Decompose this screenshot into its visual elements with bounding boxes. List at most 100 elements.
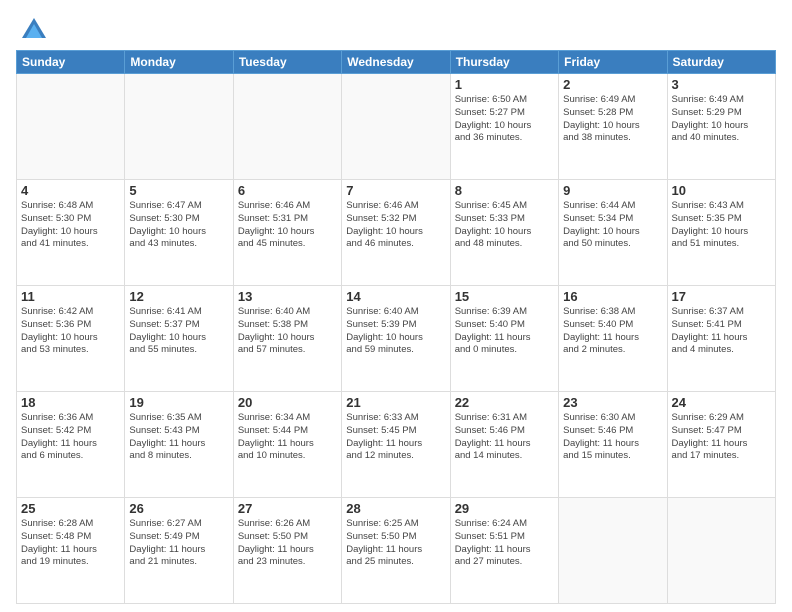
day-number: 24 bbox=[672, 395, 771, 410]
calendar-cell: 10 Sunrise: 6:43 AM Sunset: 5:35 PM Dayli… bbox=[667, 180, 775, 286]
calendar-cell: 18 Sunrise: 6:36 AM Sunset: 5:42 PM Dayli… bbox=[17, 392, 125, 498]
calendar-week-row-3: 18 Sunrise: 6:36 AM Sunset: 5:42 PM Dayli… bbox=[17, 392, 776, 498]
day-info: Sunrise: 6:46 AM Sunset: 5:31 PM Dayligh… bbox=[238, 200, 337, 251]
day-number: 25 bbox=[21, 501, 120, 516]
calendar-cell: 12 Sunrise: 6:41 AM Sunset: 5:37 PM Dayli… bbox=[125, 286, 233, 392]
day-info: Sunrise: 6:46 AM Sunset: 5:32 PM Dayligh… bbox=[346, 200, 445, 251]
header bbox=[16, 12, 776, 44]
day-number: 28 bbox=[346, 501, 445, 516]
calendar-cell: 8 Sunrise: 6:45 AM Sunset: 5:33 PM Daylig… bbox=[450, 180, 558, 286]
day-number: 1 bbox=[455, 77, 554, 92]
day-info: Sunrise: 6:36 AM Sunset: 5:42 PM Dayligh… bbox=[21, 412, 120, 463]
calendar-cell bbox=[233, 74, 341, 180]
day-number: 2 bbox=[563, 77, 662, 92]
calendar-cell: 28 Sunrise: 6:25 AM Sunset: 5:50 PM Dayli… bbox=[342, 498, 450, 604]
day-number: 8 bbox=[455, 183, 554, 198]
day-number: 29 bbox=[455, 501, 554, 516]
day-number: 22 bbox=[455, 395, 554, 410]
day-number: 14 bbox=[346, 289, 445, 304]
day-number: 27 bbox=[238, 501, 337, 516]
calendar-weekday-monday: Monday bbox=[125, 51, 233, 74]
calendar-week-row-4: 25Sunrise: 6:28 AM Sunset: 5:48 PM Dayli… bbox=[17, 498, 776, 604]
day-number: 3 bbox=[672, 77, 771, 92]
calendar-cell: 25Sunrise: 6:28 AM Sunset: 5:48 PM Dayli… bbox=[17, 498, 125, 604]
day-info: Sunrise: 6:35 AM Sunset: 5:43 PM Dayligh… bbox=[129, 412, 228, 463]
day-number: 12 bbox=[129, 289, 228, 304]
day-number: 20 bbox=[238, 395, 337, 410]
day-info: Sunrise: 6:31 AM Sunset: 5:46 PM Dayligh… bbox=[455, 412, 554, 463]
calendar-cell: 24 Sunrise: 6:29 AM Sunset: 5:47 PM Dayli… bbox=[667, 392, 775, 498]
calendar-cell: 15 Sunrise: 6:39 AM Sunset: 5:40 PM Dayli… bbox=[450, 286, 558, 392]
calendar-week-row-2: 11Sunrise: 6:42 AM Sunset: 5:36 PM Dayli… bbox=[17, 286, 776, 392]
calendar-cell bbox=[667, 498, 775, 604]
calendar-cell: 16 Sunrise: 6:38 AM Sunset: 5:40 PM Dayli… bbox=[559, 286, 667, 392]
day-number: 5 bbox=[129, 183, 228, 198]
calendar-cell: 13 Sunrise: 6:40 AM Sunset: 5:38 PM Dayli… bbox=[233, 286, 341, 392]
calendar-cell: 6 Sunrise: 6:46 AM Sunset: 5:31 PM Daylig… bbox=[233, 180, 341, 286]
calendar-cell: 19 Sunrise: 6:35 AM Sunset: 5:43 PM Dayli… bbox=[125, 392, 233, 498]
calendar-cell bbox=[559, 498, 667, 604]
calendar-weekday-saturday: Saturday bbox=[667, 51, 775, 74]
day-number: 18 bbox=[21, 395, 120, 410]
day-info: Sunrise: 6:47 AM Sunset: 5:30 PM Dayligh… bbox=[129, 200, 228, 251]
day-info: Sunrise: 6:30 AM Sunset: 5:46 PM Dayligh… bbox=[563, 412, 662, 463]
calendar-cell: 14Sunrise: 6:40 AM Sunset: 5:39 PM Dayli… bbox=[342, 286, 450, 392]
day-number: 26 bbox=[129, 501, 228, 516]
calendar-cell: 5 Sunrise: 6:47 AM Sunset: 5:30 PM Daylig… bbox=[125, 180, 233, 286]
calendar-header-row: SundayMondayTuesdayWednesdayThursdayFrid… bbox=[17, 51, 776, 74]
calendar-cell: 7Sunrise: 6:46 AM Sunset: 5:32 PM Daylig… bbox=[342, 180, 450, 286]
calendar-table: SundayMondayTuesdayWednesdayThursdayFrid… bbox=[16, 50, 776, 604]
day-info: Sunrise: 6:29 AM Sunset: 5:47 PM Dayligh… bbox=[672, 412, 771, 463]
calendar-cell: 21 Sunrise: 6:33 AM Sunset: 5:45 PM Dayli… bbox=[342, 392, 450, 498]
calendar-weekday-wednesday: Wednesday bbox=[342, 51, 450, 74]
calendar-weekday-sunday: Sunday bbox=[17, 51, 125, 74]
calendar-weekday-thursday: Thursday bbox=[450, 51, 558, 74]
day-info: Sunrise: 6:37 AM Sunset: 5:41 PM Dayligh… bbox=[672, 306, 771, 357]
day-info: Sunrise: 6:40 AM Sunset: 5:38 PM Dayligh… bbox=[238, 306, 337, 357]
day-info: Sunrise: 6:41 AM Sunset: 5:37 PM Dayligh… bbox=[129, 306, 228, 357]
calendar-cell: 27 Sunrise: 6:26 AM Sunset: 5:50 PM Dayli… bbox=[233, 498, 341, 604]
calendar-cell: 22 Sunrise: 6:31 AM Sunset: 5:46 PM Dayli… bbox=[450, 392, 558, 498]
day-info: Sunrise: 6:25 AM Sunset: 5:50 PM Dayligh… bbox=[346, 518, 445, 569]
day-number: 16 bbox=[563, 289, 662, 304]
calendar-cell: 29 Sunrise: 6:24 AM Sunset: 5:51 PM Dayli… bbox=[450, 498, 558, 604]
calendar-week-row-0: 1 Sunrise: 6:50 AM Sunset: 5:27 PM Daylig… bbox=[17, 74, 776, 180]
page: SundayMondayTuesdayWednesdayThursdayFrid… bbox=[0, 0, 792, 612]
day-number: 17 bbox=[672, 289, 771, 304]
day-number: 9 bbox=[563, 183, 662, 198]
logo bbox=[16, 16, 48, 44]
calendar-weekday-tuesday: Tuesday bbox=[233, 51, 341, 74]
calendar-cell: 23 Sunrise: 6:30 AM Sunset: 5:46 PM Dayli… bbox=[559, 392, 667, 498]
day-info: Sunrise: 6:44 AM Sunset: 5:34 PM Dayligh… bbox=[563, 200, 662, 251]
day-number: 11 bbox=[21, 289, 120, 304]
day-number: 19 bbox=[129, 395, 228, 410]
calendar-cell: 2 Sunrise: 6:49 AM Sunset: 5:28 PM Daylig… bbox=[559, 74, 667, 180]
day-info: Sunrise: 6:49 AM Sunset: 5:29 PM Dayligh… bbox=[672, 94, 771, 145]
day-info: Sunrise: 6:24 AM Sunset: 5:51 PM Dayligh… bbox=[455, 518, 554, 569]
day-info: Sunrise: 6:49 AM Sunset: 5:28 PM Dayligh… bbox=[563, 94, 662, 145]
day-info: Sunrise: 6:38 AM Sunset: 5:40 PM Dayligh… bbox=[563, 306, 662, 357]
calendar-weekday-friday: Friday bbox=[559, 51, 667, 74]
calendar-cell bbox=[17, 74, 125, 180]
calendar-cell: 26 Sunrise: 6:27 AM Sunset: 5:49 PM Dayli… bbox=[125, 498, 233, 604]
calendar-cell bbox=[125, 74, 233, 180]
day-number: 21 bbox=[346, 395, 445, 410]
day-number: 13 bbox=[238, 289, 337, 304]
calendar-cell: 20Sunrise: 6:34 AM Sunset: 5:44 PM Dayli… bbox=[233, 392, 341, 498]
day-info: Sunrise: 6:50 AM Sunset: 5:27 PM Dayligh… bbox=[455, 94, 554, 145]
calendar-week-row-1: 4Sunrise: 6:48 AM Sunset: 5:30 PM Daylig… bbox=[17, 180, 776, 286]
day-info: Sunrise: 6:39 AM Sunset: 5:40 PM Dayligh… bbox=[455, 306, 554, 357]
day-info: Sunrise: 6:45 AM Sunset: 5:33 PM Dayligh… bbox=[455, 200, 554, 251]
logo-icon bbox=[20, 16, 48, 44]
day-info: Sunrise: 6:43 AM Sunset: 5:35 PM Dayligh… bbox=[672, 200, 771, 251]
calendar-cell: 1 Sunrise: 6:50 AM Sunset: 5:27 PM Daylig… bbox=[450, 74, 558, 180]
calendar-cell: 17 Sunrise: 6:37 AM Sunset: 5:41 PM Dayli… bbox=[667, 286, 775, 392]
day-info: Sunrise: 6:26 AM Sunset: 5:50 PM Dayligh… bbox=[238, 518, 337, 569]
day-info: Sunrise: 6:27 AM Sunset: 5:49 PM Dayligh… bbox=[129, 518, 228, 569]
day-number: 10 bbox=[672, 183, 771, 198]
day-number: 23 bbox=[563, 395, 662, 410]
calendar-cell: 11Sunrise: 6:42 AM Sunset: 5:36 PM Dayli… bbox=[17, 286, 125, 392]
day-info: Sunrise: 6:33 AM Sunset: 5:45 PM Dayligh… bbox=[346, 412, 445, 463]
day-number: 6 bbox=[238, 183, 337, 198]
day-number: 15 bbox=[455, 289, 554, 304]
